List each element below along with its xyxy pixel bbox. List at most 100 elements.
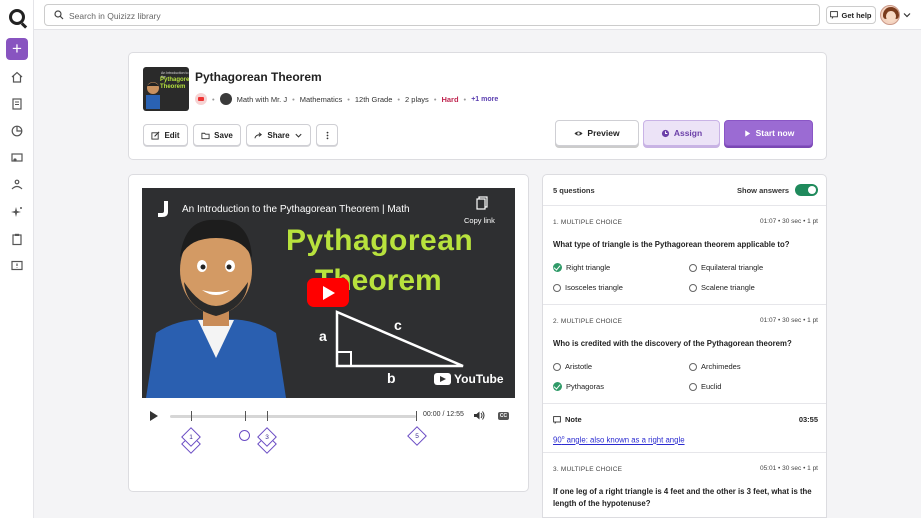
create-button[interactable]: + — [6, 38, 28, 60]
clipboard-icon[interactable] — [10, 232, 24, 246]
preview-label: Preview — [587, 128, 620, 138]
grade: 12th Grade — [354, 94, 393, 104]
note-label: Note — [553, 415, 582, 424]
youtube-icon — [434, 373, 451, 385]
option-correct: Right triangle — [553, 263, 610, 272]
question-card-3[interactable]: 3. MULTIPLE CHOICE 05:01 • 30 sec • 1 pt… — [543, 453, 826, 517]
reports-icon[interactable] — [10, 124, 24, 138]
note-text[interactable]: 90o angle: also known as a right angle — [553, 435, 685, 445]
share-label: Share — [267, 130, 290, 140]
share-button[interactable]: Share — [246, 124, 311, 146]
chevron-down-icon — [903, 13, 911, 18]
assign-label: Assign — [673, 128, 703, 138]
show-answers-label: Show answers — [737, 186, 790, 195]
quiz-thumbnail: An Introduction to the Pythagorean Theor… — [143, 67, 189, 111]
presenter-thumbnail-icon — [146, 82, 160, 109]
presenter-illustration-icon — [146, 219, 286, 398]
questions-header: 5 questions Show answers — [543, 175, 826, 206]
search-box[interactable] — [44, 4, 820, 26]
video-headline-1: Pythagorean — [286, 224, 474, 257]
radio-icon — [689, 382, 697, 391]
question-text: Who is credited with the discovery of th… — [553, 339, 792, 348]
captions-icon[interactable]: CC — [498, 412, 509, 420]
show-answers-toggle[interactable] — [795, 184, 818, 196]
plays-count: 2 plays — [405, 94, 429, 104]
get-help-label: Get help — [841, 10, 872, 20]
note-time: 03:55 — [798, 415, 818, 424]
help-icon — [830, 11, 839, 19]
youtube-brand: YouTube — [454, 372, 504, 386]
option-correct: Pythagoras — [553, 382, 604, 391]
left-rail: + — [0, 0, 34, 518]
seek-bar[interactable] — [170, 411, 417, 421]
author-name[interactable]: Math with Mr. J — [237, 95, 287, 104]
question-card-1[interactable]: 1. MULTIPLE CHOICE 01:07 • 30 sec • 1 pt… — [543, 206, 826, 305]
author-avatar — [219, 93, 232, 105]
preview-button[interactable]: Preview — [555, 120, 639, 146]
option: Equilateral triangle — [689, 263, 763, 272]
question-text: What type of triangle is the Pythagorean… — [553, 240, 790, 249]
video-time: 00:00 / 12:55 — [423, 411, 464, 418]
youtube-watermark: YouTube — [434, 372, 504, 386]
save-button[interactable]: Save — [193, 124, 241, 146]
accommodations-icon[interactable] — [10, 178, 24, 192]
get-help-button[interactable]: Get help — [826, 6, 876, 24]
difficulty-badge: Hard — [441, 94, 459, 104]
avatar[interactable] — [880, 5, 900, 25]
radio-icon — [689, 283, 697, 292]
quizizz-logo-icon[interactable] — [9, 9, 25, 25]
save-label: Save — [214, 130, 233, 140]
radio-icon — [689, 362, 697, 371]
channel-logo-icon — [158, 201, 168, 217]
play-icon[interactable] — [150, 411, 158, 421]
video-controls: 00:00 / 12:55 CC — [142, 409, 515, 423]
radio-icon — [689, 263, 697, 272]
quiz-header-card: An Introduction to the Pythagorean Theor… — [128, 52, 827, 160]
search-input[interactable] — [69, 8, 809, 23]
account-menu[interactable] — [880, 4, 914, 26]
start-now-label: Start now — [755, 128, 795, 138]
volume-icon[interactable] — [473, 410, 485, 421]
library-icon[interactable] — [10, 97, 24, 111]
copy-icon[interactable] — [476, 196, 488, 210]
option: Archimedes — [689, 362, 741, 371]
option: Isosceles triangle — [553, 283, 623, 292]
play-icon — [744, 129, 750, 137]
question-meta: 01:07 • 30 sec • 1 pt — [759, 317, 818, 324]
option: Euclid — [689, 382, 721, 391]
note-card[interactable]: Note 03:55 90o angle: also known as a ri… — [543, 404, 826, 453]
questions-panel: 5 questions Show answers 1. MULTIPLE CHO… — [542, 174, 827, 518]
question-card-2[interactable]: 2. MULTIPLE CHOICE 01:07 • 30 sec • 1 pt… — [543, 305, 826, 404]
note-marker[interactable] — [239, 430, 250, 441]
quiz-meta: • Math with Mr. J • Mathematics • 12th G… — [195, 92, 498, 106]
question-marker-5[interactable]: 5 — [407, 426, 427, 446]
top-bar: Get help — [34, 0, 921, 30]
question-meta: 05:01 • 30 sec • 1 pt — [759, 465, 818, 472]
question-text: If one leg of a right triangle is 4 feet… — [553, 487, 812, 508]
more-tags-link[interactable]: +1 more — [471, 96, 498, 103]
question-type: 3. MULTIPLE CHOICE — [553, 466, 623, 473]
more-options-button[interactable] — [316, 124, 338, 146]
classes-icon[interactable] — [10, 151, 24, 165]
side-label-a: a — [319, 328, 327, 344]
assign-button[interactable]: Assign — [643, 120, 720, 146]
side-label-c: c — [394, 317, 402, 333]
clock-icon — [661, 129, 669, 137]
feedback-icon[interactable] — [10, 259, 24, 273]
check-circle-icon — [553, 263, 562, 272]
home-icon[interactable] — [10, 70, 24, 84]
video-player[interactable]: An Introduction to the Pythagorean Theor… — [142, 188, 515, 398]
question-count: 5 questions — [553, 186, 595, 195]
edit-label: Edit — [164, 130, 180, 140]
subject: Mathematics — [299, 94, 343, 104]
ai-icon[interactable] — [10, 205, 24, 219]
video-title: An Introduction to the Pythagorean Theor… — [182, 204, 410, 215]
side-label-b: b — [387, 370, 396, 386]
start-now-button[interactable]: Start now — [724, 120, 813, 146]
radio-icon — [553, 283, 561, 292]
youtube-play-button[interactable] — [307, 278, 349, 307]
question-type: 2. MULTIPLE CHOICE — [553, 318, 623, 325]
edit-button[interactable]: Edit — [143, 124, 188, 146]
more-vertical-icon — [326, 131, 328, 139]
edit-icon — [151, 131, 160, 140]
